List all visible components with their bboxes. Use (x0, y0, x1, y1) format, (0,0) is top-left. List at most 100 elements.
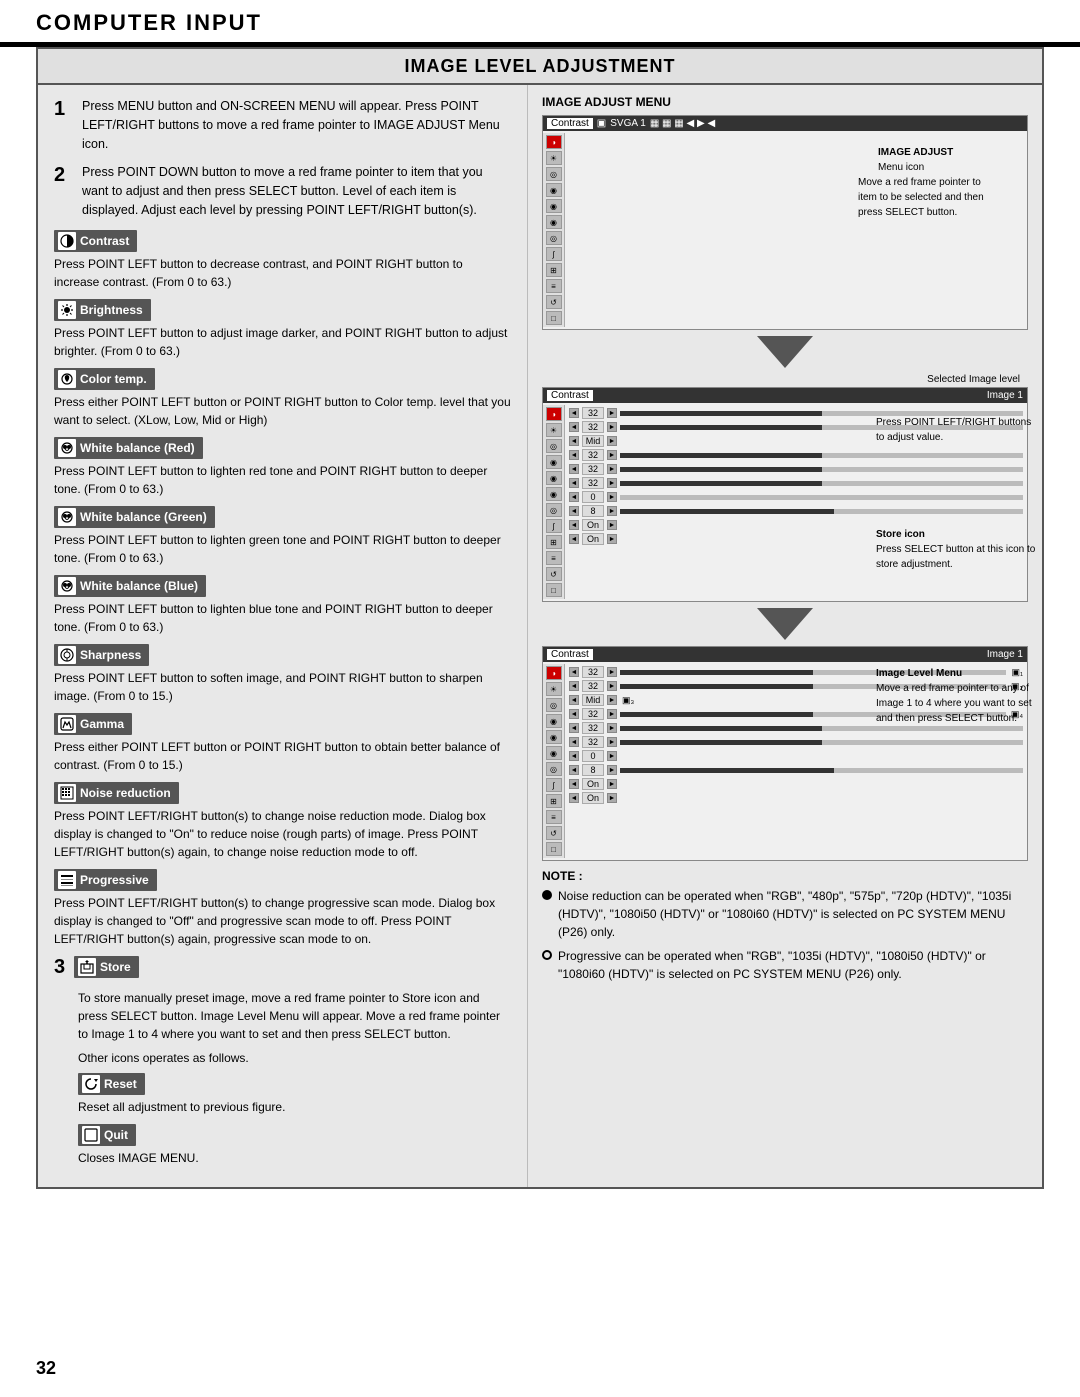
menu-btn-l-4: ◄ (569, 464, 579, 474)
menu-icon-2-5: ◉ (546, 487, 562, 501)
menu-row-3-9: ◄ On ► (569, 792, 1023, 804)
sharpness-label: Sharpness (54, 644, 149, 666)
menu-bar-icon-1: ▣ (597, 118, 606, 129)
menu-row-6: ◄ 0 ► (569, 491, 1023, 503)
item-noise: Noise reduction Press POINT LEFT/RIGHT b… (54, 782, 511, 861)
menu-val-0: 32 (582, 407, 604, 419)
menu-row-3-8: ◄ On ► (569, 778, 1023, 790)
noise-desc: Press POINT LEFT/RIGHT button(s) to chan… (54, 807, 511, 861)
brightness-desc: Press POINT LEFT button to adjust image … (54, 324, 511, 360)
menu-bar-7 (620, 509, 1023, 514)
menu-icon-2-8: ⊞ (546, 535, 562, 549)
store-label-badge: Store (74, 956, 139, 978)
menu-side-icons: ◑ ☀ ◎ ◉ ◉ ◉ ◎ ∫ ⊞ ≡ ↺ □ (543, 133, 565, 327)
menu-btn-r-7: ► (607, 506, 617, 516)
annotation-image-adjust: IMAGE ADJUST Menu icon (878, 145, 1038, 175)
menu-row-3-5: ◄ 32 ► (569, 736, 1023, 748)
menu-val-1: 32 (582, 421, 604, 433)
gamma-label: Gamma (54, 713, 132, 735)
menu-btn-l-1: ◄ (569, 422, 579, 432)
menu-tab-svga: SVGA 1 (610, 118, 646, 129)
progressive-label: Progressive (54, 869, 157, 891)
menu-btn-l-0: ◄ (569, 408, 579, 418)
menu-bar-5 (620, 481, 1023, 486)
menu-icon-2-9: ≡ (546, 551, 562, 565)
menu-icon-2-4: ◉ (546, 471, 562, 485)
menu-bar-2-extra: Image 1 (987, 390, 1023, 401)
arrow-down-2 (757, 608, 813, 640)
menu-bar-4 (620, 467, 1023, 472)
step-2: 2 Press POINT DOWN button to move a red … (54, 163, 511, 219)
menu-tab-contrast: Contrast (547, 118, 593, 129)
menu-icon-3-6: ◎ (546, 762, 562, 776)
quit-desc: Closes IMAGE MENU. (78, 1149, 511, 1167)
adjust-annotation: Press POINT LEFT/RIGHT buttons to adjust… (876, 415, 1036, 445)
note-text-1: Progressive can be operated when "RGB", … (558, 947, 1028, 983)
gamma-icon (58, 715, 76, 733)
menu-row-7: ◄ 8 ► (569, 505, 1023, 517)
menu-val-4: 32 (582, 463, 604, 475)
bullet-1 (542, 950, 552, 960)
step-2-number: 2 (54, 163, 76, 187)
menu-row-3: ◄ 32 ► (569, 449, 1023, 461)
menu-icon-7: ∫ (546, 247, 562, 261)
contrast-icon (58, 232, 76, 250)
item-quit: Quit Closes IMAGE MENU. (78, 1124, 511, 1167)
menu-btn-r-6: ► (607, 492, 617, 502)
contrast-desc: Press POINT LEFT button to decrease cont… (54, 255, 511, 291)
item-contrast: Contrast Press POINT LEFT button to decr… (54, 230, 511, 291)
menu-icon-2-11: □ (546, 583, 562, 597)
menu-icon-3: ◉ (546, 183, 562, 197)
menu-mock-top-wrapper: Contrast ▣ SVGA 1 ▦ ▦ ▦ ◀ ▶ ◀ ◑ ☀ ◎ ◉ (542, 115, 1028, 330)
item-reset: Reset Reset all adjustment to previous f… (78, 1073, 511, 1116)
progressive-icon (58, 871, 76, 889)
menu-icon-10: ↺ (546, 295, 562, 309)
menu-val-7: 8 (582, 505, 604, 517)
menu-btn-r-1: ► (607, 422, 617, 432)
gamma-desc: Press either POINT LEFT button or POINT … (54, 738, 511, 774)
menu-icon-2-3: ◉ (546, 455, 562, 469)
sharpness-desc: Press POINT LEFT button to soften image,… (54, 669, 511, 705)
step-3-number: 3 (54, 956, 74, 979)
menu-icon-1: ☀ (546, 151, 562, 165)
wb-green-label: White balance (Green) (54, 506, 215, 528)
step-1: 1 Press MENU button and ON-SCREEN MENU w… (54, 97, 511, 153)
menu-icon-2-0: ◑ (546, 407, 562, 421)
note-section: NOTE : Noise reduction can be operated w… (542, 869, 1028, 983)
page-title: COMPUTER INPUT (36, 10, 1044, 36)
note-item-1: Progressive can be operated when "RGB", … (542, 947, 1028, 983)
brightness-icon (58, 301, 76, 319)
menu-icon-3-0: ◑ (546, 666, 562, 680)
menu-btn-r-3: ► (607, 450, 617, 460)
menu-btn-r-2: ► (607, 436, 617, 446)
note-text-0: Noise reduction can be operated when "RG… (558, 887, 1028, 941)
menu-val-8: On (582, 519, 604, 531)
color-temp-label: Color temp. (54, 368, 155, 390)
annotation-image-adjust-title: IMAGE ADJUST (878, 145, 1038, 160)
step-3-text: To store manually preset image, move a r… (78, 989, 511, 1043)
menu-icon-4: ◉ (546, 199, 562, 213)
menu-icon-2-6: ◎ (546, 503, 562, 517)
selected-image-label: Selected Image level (542, 374, 1028, 385)
menu-mock-mid-wrapper: Contrast Image 1 ◑ ☀ ◎ ◉ ◉ ◉ ◎ (542, 387, 1028, 602)
step-1-number: 1 (54, 97, 76, 121)
arrow-down-1 (757, 336, 813, 368)
wb-blue-desc: Press POINT LEFT button to lighten blue … (54, 600, 511, 636)
wb-blue-label: White balance (Blue) (54, 575, 206, 597)
two-col-layout: 1 Press MENU button and ON-SCREEN MENU w… (38, 85, 1042, 1187)
wb-green-desc: Press POINT LEFT button to lighten green… (54, 531, 511, 567)
annotation-image-level: Image Level Menu Move a red frame pointe… (876, 666, 1036, 726)
color-temp-icon (58, 370, 76, 388)
menu-row-3-7: ◄ 8 ► (569, 764, 1023, 776)
menu-icon-11: □ (546, 311, 562, 325)
item-progressive: Progressive Press POINT LEFT/RIGHT butto… (54, 869, 511, 948)
page-number: 32 (36, 1358, 56, 1379)
image-adjust-menu-title: IMAGE ADJUST MENU (542, 95, 1028, 109)
menu-val-9: On (582, 533, 604, 545)
menu-icon-3-3: ◉ (546, 714, 562, 728)
item-wb-green: White balance (Green) Press POINT LEFT b… (54, 506, 511, 567)
menu-bar-3-extra: Image 1 (987, 649, 1023, 660)
arrow-2-wrapper (542, 608, 1028, 640)
reset-desc: Reset all adjustment to previous figure. (78, 1098, 511, 1116)
menu-bar-1: Contrast ▣ SVGA 1 ▦ ▦ ▦ ◀ ▶ ◀ (543, 116, 1027, 131)
